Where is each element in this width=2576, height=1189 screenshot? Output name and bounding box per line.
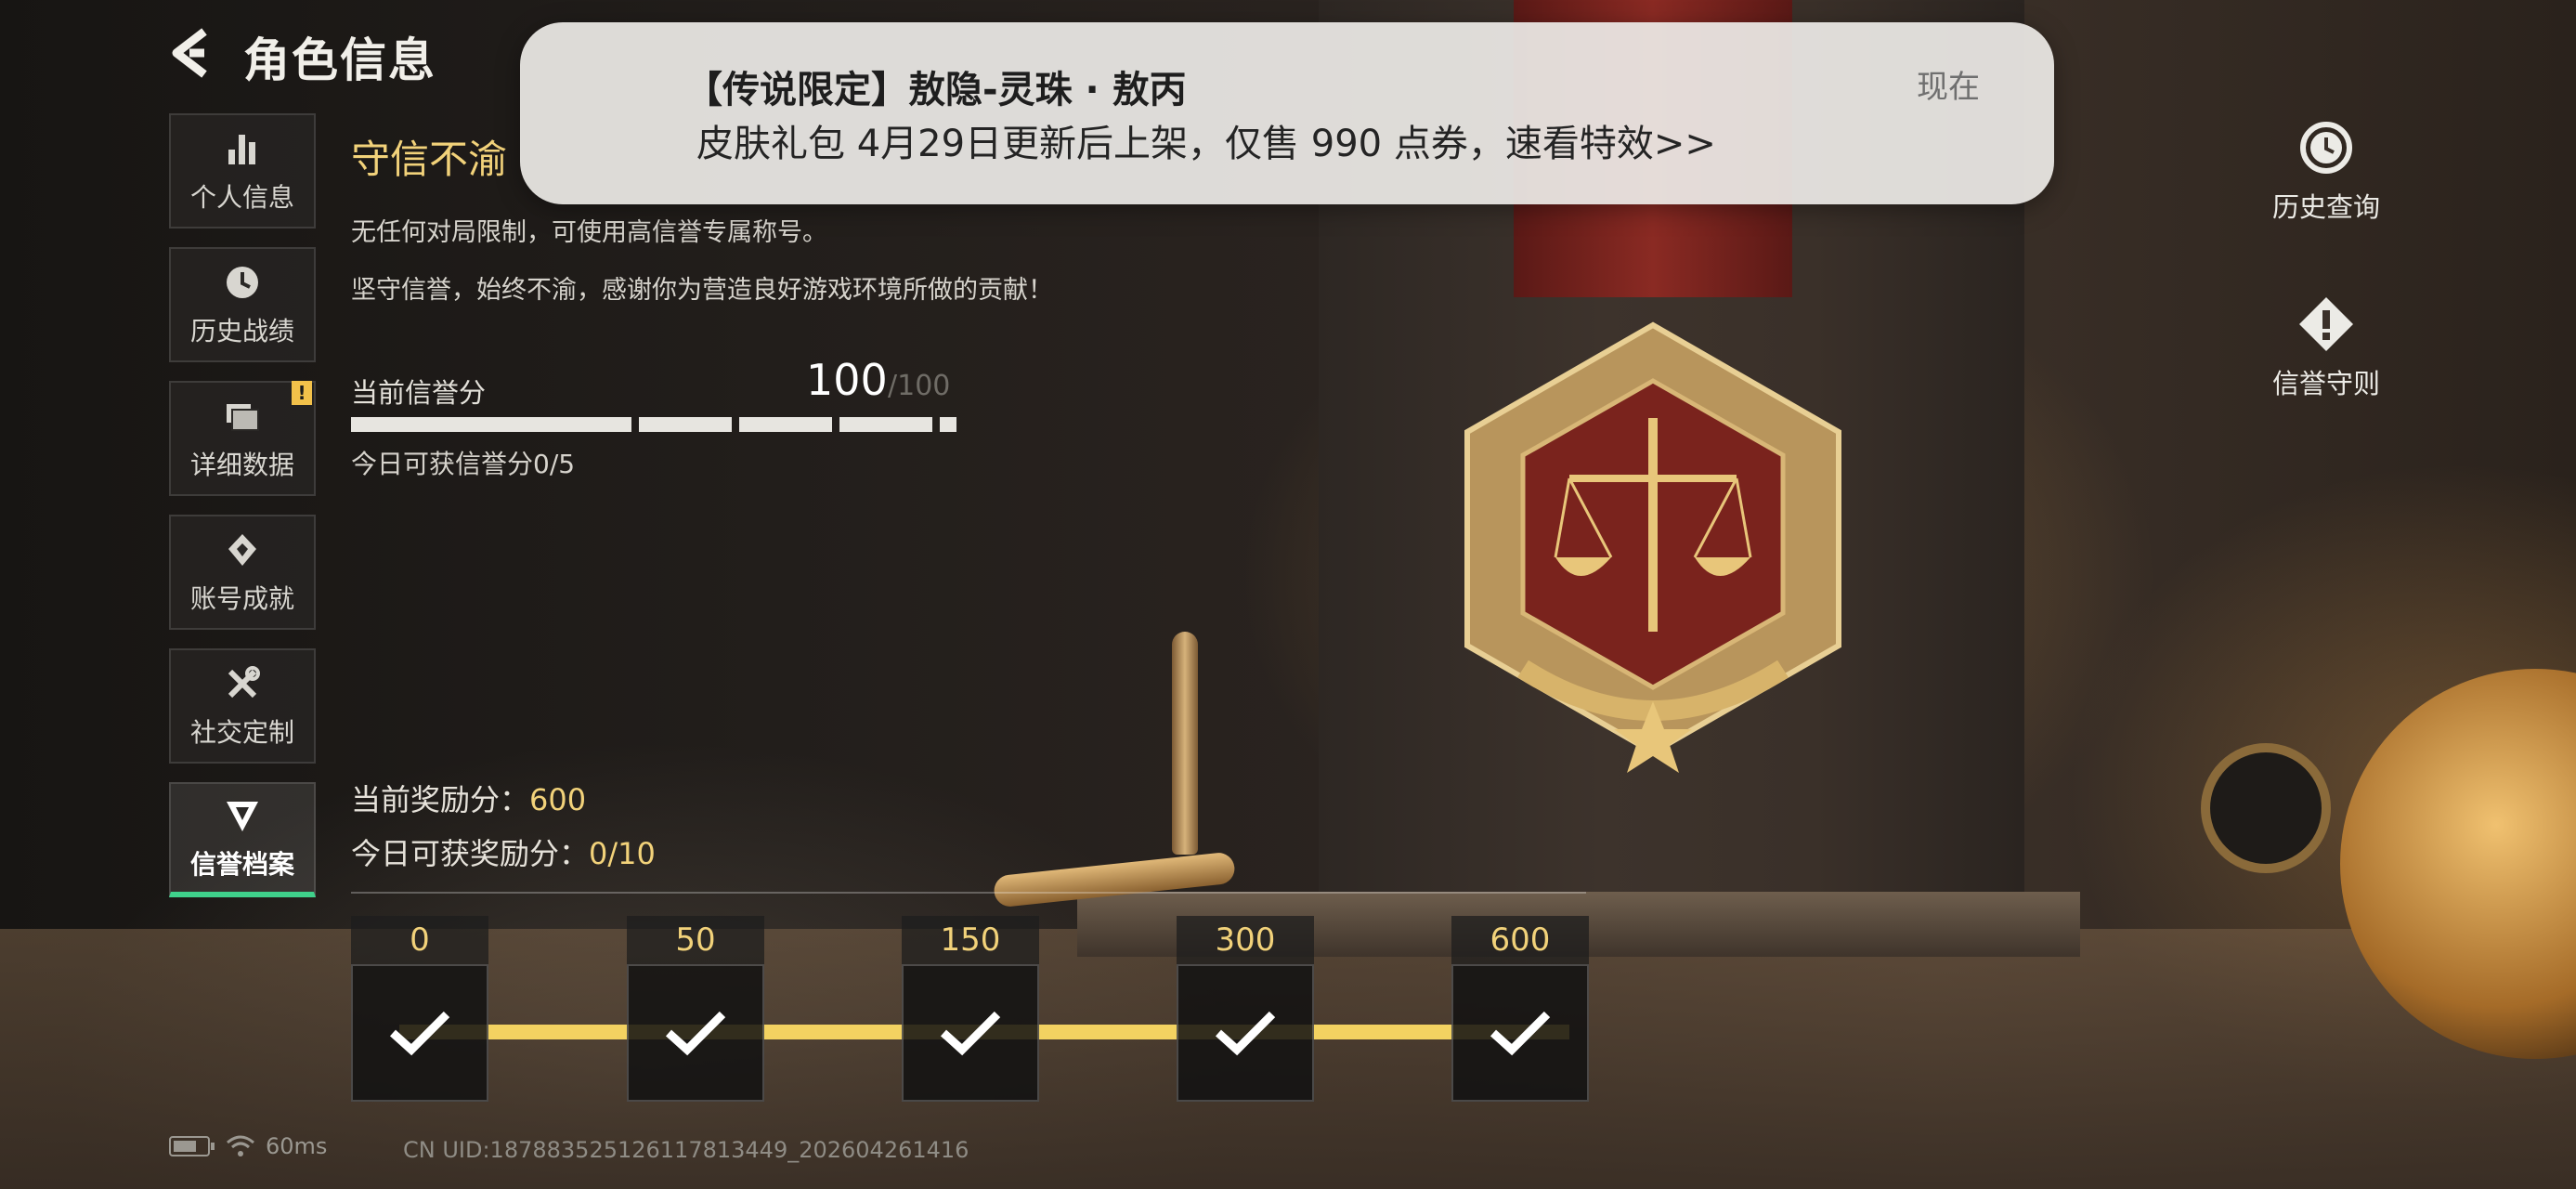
ping-value: 60ms: [266, 1133, 328, 1159]
checkmark-icon: [1215, 1011, 1276, 1056]
milestone-value: 600: [1451, 916, 1589, 964]
reward-milestone-50[interactable]: 50: [627, 916, 764, 1102]
checkmark-icon: [665, 1011, 726, 1056]
sidebar-item-label: 账号成就: [189, 583, 294, 614]
notification-time: 现在: [1917, 69, 1980, 106]
sidebar-item-match-history[interactable]: 历史战绩: [169, 247, 316, 362]
sidebar-item-achievements[interactable]: 账号成就: [169, 515, 316, 630]
reputation-shield-icon: [227, 802, 258, 831]
milestone-reward-box[interactable]: [1451, 964, 1589, 1102]
checkmark-icon: [940, 1011, 1001, 1056]
history-clock-icon: [227, 267, 258, 298]
user-uid: CN UID:18788352512611781344​9_2026042614…: [403, 1137, 969, 1163]
score-max: /100: [888, 370, 951, 402]
reward-milestone-0[interactable]: 0: [351, 916, 488, 1102]
today-reward-label: 今日可获奖励分：: [351, 836, 590, 871]
folder-icon: [227, 404, 259, 431]
score-bar-segment: [739, 417, 832, 432]
history-icon: [2300, 122, 2352, 174]
wifi-icon: [227, 1135, 254, 1156]
reputation-desc-2: 坚守信誉，始终不渝，感谢你为营造良好游戏环境所做的贡献！: [351, 276, 1053, 305]
pocket-watch: [2201, 743, 2331, 873]
milestone-reward-box[interactable]: [627, 964, 764, 1102]
notification-body: 皮肤礼包 4月29日更新后上架，仅售 990 点券，速看特效>>: [696, 123, 1716, 165]
bullet-standing: [1172, 632, 1198, 855]
battery-icon: [169, 1136, 215, 1156]
checkmark-icon: [1490, 1011, 1551, 1056]
score-bar-segment: [839, 417, 932, 432]
current-reward-value: 600: [529, 782, 587, 817]
sidebar-item-label: 信誉档案: [189, 849, 294, 880]
sidebar-item-social-custom[interactable]: 社交定制: [169, 648, 316, 764]
sidebar-item-label: 社交定制: [189, 717, 294, 748]
reputation-medal-image: [1464, 321, 1841, 773]
tools-icon: [228, 666, 260, 699]
page-title: 角色信息: [243, 33, 436, 87]
notification-badge: !: [292, 381, 312, 405]
reward-milestone-600[interactable]: 600: [1451, 916, 1589, 1102]
reputation-desc-1: 无任何对局限制，可使用高信誉专属称号。: [351, 218, 827, 247]
today-reward-value: 0/10: [589, 836, 656, 871]
milestone-reward-box[interactable]: [1177, 964, 1314, 1102]
status-bar: 60ms: [169, 1133, 327, 1159]
back-arrow-icon[interactable]: [167, 26, 212, 80]
today-reputation-gain: 今日可获信誉分0/5: [351, 449, 576, 479]
sidebar-item-label: 详细数据: [189, 450, 294, 480]
milestone-value: 50: [627, 916, 764, 964]
history-query-button[interactable]: 历史查询: [2266, 119, 2387, 225]
reputation-rules-button[interactable]: 信誉守则: [2266, 295, 2387, 401]
milestone-value: 0: [351, 916, 488, 964]
sidebar-item-label: 历史战绩: [189, 316, 294, 346]
current-reward-label: 当前奖励分：: [351, 782, 530, 817]
sidebar-item-detailed-data[interactable]: ! 详细数据: [169, 381, 316, 496]
history-query-label: 历史查询: [2271, 191, 2380, 223]
reward-milestone-150[interactable]: 150: [902, 916, 1039, 1102]
score-value: 100: [806, 355, 888, 405]
bar-chart-icon: [228, 135, 255, 164]
divider: [351, 892, 1586, 894]
reputation-level-title: 守信不渝: [351, 137, 508, 182]
checkmark-icon: [389, 1011, 450, 1056]
sidebar-item-personal-info[interactable]: 个人信息: [169, 113, 316, 229]
milestone-value: 300: [1177, 916, 1314, 964]
reputation-rules-label: 信誉守则: [2271, 368, 2380, 399]
notification-title: 【传说限定】敖隐-灵珠 · 敖丙: [685, 69, 1187, 111]
push-notification[interactable]: 【传说限定】敖隐-灵珠 · 敖丙 皮肤礼包 4月29日更新后上架，仅售 990 …: [520, 22, 2054, 204]
score-bar-segment: [639, 417, 732, 432]
reward-milestone-300[interactable]: 300: [1177, 916, 1314, 1102]
milestone-reward-box[interactable]: [902, 964, 1039, 1102]
current-reward-points: 当前奖励分：600: [351, 777, 586, 819]
milestone-reward-box[interactable]: [351, 964, 488, 1102]
milestone-value: 150: [902, 916, 1039, 964]
warning-diamond-icon: [2299, 297, 2353, 351]
score-bar-segment: [351, 417, 631, 432]
today-reward-points: 今日可获奖励分：0/10: [351, 830, 656, 873]
score-label: 当前信誉分: [351, 377, 487, 409]
sidebar-item-label: 个人信息: [189, 182, 294, 213]
sidebar-item-reputation-record[interactable]: 信誉档案: [169, 782, 316, 897]
score-bar-segment: [940, 417, 956, 432]
achievement-icon: [228, 534, 256, 566]
